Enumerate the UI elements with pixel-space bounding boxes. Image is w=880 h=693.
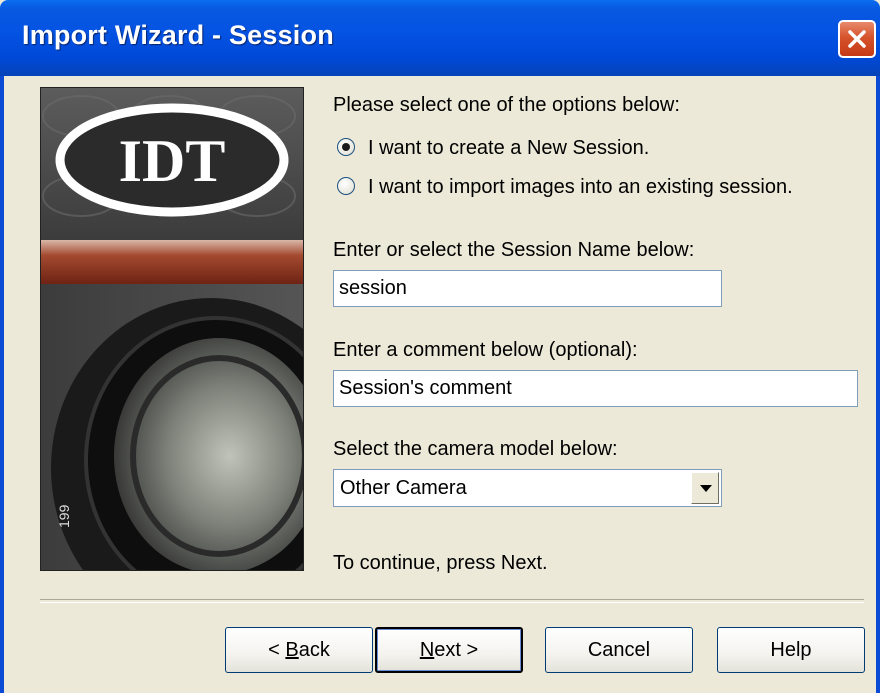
back-button[interactable]: < Back <box>225 627 373 673</box>
comment-input[interactable]: Session's comment <box>333 370 858 407</box>
help-button[interactable]: Help <box>717 627 865 673</box>
banner-artwork: IDT 199 <box>41 88 303 570</box>
cancel-button[interactable]: Cancel <box>545 627 693 673</box>
idt-logo-text: IDT <box>119 128 226 194</box>
radio-new-session[interactable] <box>337 138 355 156</box>
button-separator <box>40 599 864 603</box>
dropdown-button[interactable] <box>691 472 719 504</box>
options-prompt: Please select one of the options below: <box>333 94 680 116</box>
window-title: Import Wizard - Session <box>22 20 334 50</box>
comment-label: Enter a comment below (optional): <box>333 339 638 361</box>
lens-numbers: 199 <box>56 504 72 528</box>
back-rest: ack <box>298 639 330 661</box>
title-bar[interactable]: Import Wizard - Session <box>0 0 880 76</box>
session-name-input[interactable]: session <box>333 270 722 307</box>
camera-model-label: Select the camera model below: <box>333 438 618 460</box>
next-mnemonic: N <box>419 639 435 661</box>
camera-model-select[interactable]: Other Camera <box>333 469 722 507</box>
next-button[interactable]: Next > <box>375 627 523 673</box>
window-border-left <box>0 76 4 693</box>
back-prefix: < <box>268 639 286 661</box>
close-button[interactable] <box>838 20 876 58</box>
radio-dot <box>342 143 350 151</box>
back-mnemonic: B <box>285 639 299 661</box>
continue-hint: To continue, press Next. <box>333 552 548 574</box>
wizard-banner-image: IDT 199 <box>40 87 304 571</box>
window-border-right <box>876 76 880 693</box>
next-rest: ext > <box>434 639 479 661</box>
close-icon <box>848 30 866 48</box>
chevron-down-icon <box>700 485 712 492</box>
radio-new-session-label[interactable]: I want to create a New Session. <box>368 137 649 160</box>
session-name-label: Enter or select the Session Name below: <box>333 239 695 261</box>
camera-model-value: Other Camera <box>340 477 467 499</box>
radio-existing-session-label[interactable]: I want to import images into an existing… <box>368 176 793 199</box>
radio-existing-session[interactable] <box>337 177 355 195</box>
